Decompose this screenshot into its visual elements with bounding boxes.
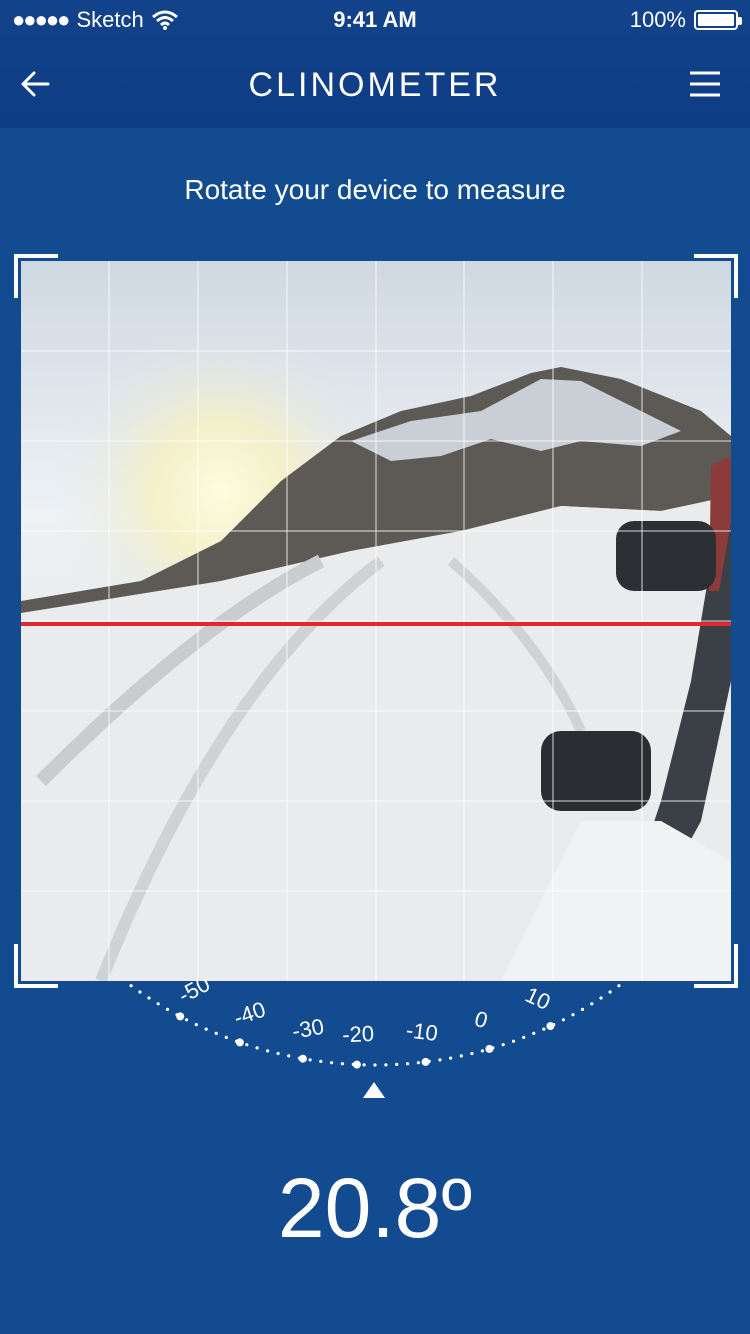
dial-tick — [395, 1062, 399, 1066]
dial-tick — [617, 984, 621, 988]
dial-tick — [406, 1062, 410, 1066]
dial-major-tick — [235, 1038, 244, 1047]
dial-tick — [384, 1063, 388, 1067]
dial-tick — [340, 1062, 344, 1066]
dial-tick — [147, 996, 151, 1000]
dial-tick — [255, 1046, 259, 1050]
dial-tick — [194, 1023, 198, 1027]
dial-major-tick — [546, 1022, 555, 1031]
dial-tick — [480, 1049, 484, 1053]
camera-viewfinder — [14, 254, 738, 988]
dial-tick — [319, 1059, 323, 1063]
dial-tick — [373, 1063, 377, 1067]
dial-tick — [608, 990, 612, 994]
menu-icon[interactable] — [688, 70, 722, 98]
angle-reading: 20.8º — [277, 1161, 473, 1255]
dial-tick — [561, 1018, 566, 1022]
dial-tick — [156, 1002, 160, 1006]
dial-label: -20 — [342, 1021, 375, 1047]
dial-tick — [438, 1058, 442, 1062]
dial-major-tick — [421, 1057, 430, 1066]
dial-tick — [245, 1043, 249, 1047]
dial-tick — [287, 1054, 291, 1058]
dial-tick — [501, 1043, 505, 1047]
dial-label: -30 — [290, 1014, 326, 1044]
dial-tick — [266, 1049, 270, 1053]
status-bar: ●●●●● Sketch 9:41 AM 100% — [0, 0, 750, 40]
dial-tick — [459, 1054, 463, 1058]
dial-tick — [542, 1027, 546, 1031]
dial-label: -50 — [174, 980, 214, 1008]
dial-label: -40 — [230, 997, 268, 1031]
grid-overlay — [21, 261, 731, 981]
dial-label: 0 — [472, 1006, 491, 1033]
level-indicator-line — [21, 622, 731, 626]
dial-tick — [511, 1039, 516, 1043]
camera-preview — [21, 261, 731, 981]
dial-tick — [416, 1061, 420, 1065]
dial-major-tick — [485, 1044, 494, 1053]
dial-tick — [165, 1007, 170, 1011]
battery-icon — [694, 10, 742, 30]
dial-tick — [599, 996, 603, 1000]
angle-dial[interactable]: -50 -40 -30 -20 -10 0 10 — [0, 980, 750, 1070]
dial-tick — [276, 1051, 280, 1056]
dial-tick — [129, 984, 133, 988]
battery-percent: 100% — [629, 7, 686, 32]
dial-tick — [571, 1013, 575, 1017]
dial-tick — [138, 990, 142, 994]
dial-tick — [449, 1056, 453, 1060]
corner-bracket — [14, 254, 58, 298]
dial-tick — [580, 1007, 585, 1011]
corner-bracket — [694, 254, 738, 298]
dial-tick — [204, 1027, 208, 1031]
dial-tick — [590, 1002, 594, 1006]
dial-tick — [185, 1018, 189, 1022]
dial-tick — [470, 1051, 474, 1056]
dial-tick — [308, 1058, 312, 1062]
dial-label: -10 — [405, 1017, 440, 1046]
dial-tick — [214, 1031, 218, 1035]
dial-tick — [330, 1061, 334, 1065]
dial-major-tick — [176, 1012, 185, 1021]
dial-major-tick — [298, 1054, 307, 1063]
dial-tick — [362, 1063, 366, 1067]
dial-pointer-icon — [363, 1082, 385, 1098]
dial-major-tick — [352, 1060, 361, 1069]
dial-label: 10 — [522, 982, 555, 1015]
navigation-bar: CLINOMETER — [0, 40, 750, 128]
page-title: CLINOMETER — [248, 66, 502, 104]
dial-tick — [522, 1035, 526, 1039]
dial-tick — [532, 1031, 536, 1035]
instruction-text: Rotate your device to measure — [184, 174, 566, 205]
dial-tick — [224, 1035, 228, 1039]
